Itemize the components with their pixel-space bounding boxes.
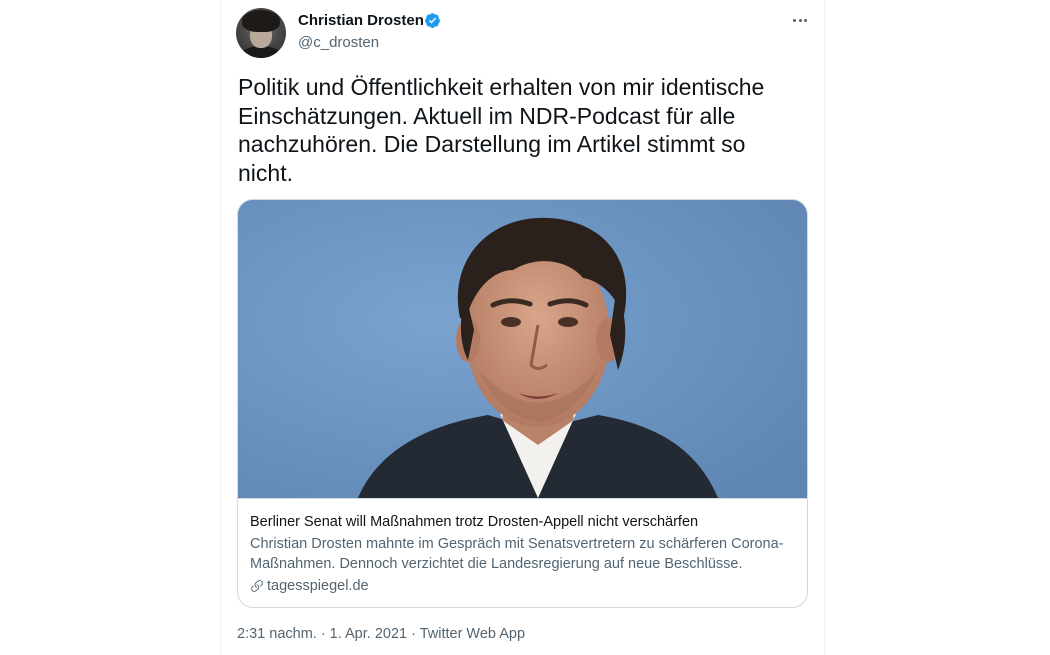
link-icon bbox=[251, 580, 263, 592]
portrait-illustration bbox=[238, 200, 807, 498]
tweet-timestamp[interactable]: 2:31 nachm. · 1. Apr. 2021 · Twitter Web… bbox=[237, 626, 525, 642]
more-options-icon[interactable] bbox=[787, 10, 813, 30]
verified-badge-icon bbox=[425, 13, 440, 28]
card-image[interactable] bbox=[238, 200, 807, 498]
card-meta[interactable]: Berliner Senat will Maßnahmen trotz Dros… bbox=[238, 498, 807, 607]
card-title: Berliner Senat will Maßnahmen trotz Dros… bbox=[250, 514, 699, 530]
card-description: Christian Drosten mahnte im Gespräch mit… bbox=[250, 536, 784, 572]
link-card[interactable]: Berliner Senat will Maßnahmen trotz Dros… bbox=[237, 199, 808, 608]
author-handle[interactable]: @c_drosten bbox=[298, 34, 379, 51]
avatar[interactable] bbox=[236, 8, 286, 58]
tweet-text: Politik und Öffentlichkeit erhalten von … bbox=[238, 74, 765, 186]
avatar-hair bbox=[242, 10, 280, 32]
card-domain-row: tagesspiegel.de bbox=[250, 576, 795, 596]
author-name[interactable]: Christian Drosten bbox=[298, 12, 424, 29]
card-domain[interactable]: tagesspiegel.de bbox=[267, 576, 369, 596]
